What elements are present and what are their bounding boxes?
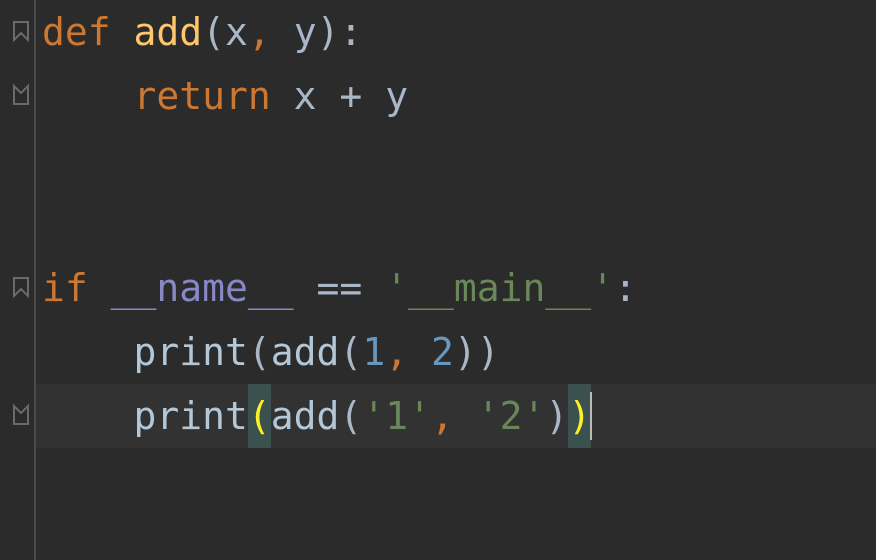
code-token: (x (202, 10, 248, 54)
code-token: )) (454, 330, 500, 374)
code-token: '__main__' (385, 266, 614, 310)
code-token: , (431, 394, 454, 438)
code-token: ) (568, 384, 591, 448)
gutter (0, 0, 36, 560)
code-token: add (134, 10, 203, 54)
code-token: 2 (431, 330, 454, 374)
code-line[interactable] (36, 128, 876, 192)
code-token: ( (248, 330, 271, 374)
code-token (408, 330, 431, 374)
code-line[interactable]: return x + y (36, 64, 876, 128)
code-token: y): (271, 10, 363, 54)
code-editor[interactable]: def add(x, y):return x + yif __name__ ==… (0, 0, 876, 560)
code-token: : (614, 266, 637, 310)
code-token: '2' (477, 394, 546, 438)
text-caret (590, 392, 592, 440)
fold-end-icon (10, 82, 32, 108)
code-token: ( (339, 330, 362, 374)
code-token: def (42, 10, 134, 54)
fold-end-icon (10, 402, 32, 428)
fold-collapse-icon[interactable] (10, 274, 32, 300)
code-token: x (294, 74, 340, 118)
code-line[interactable]: def add(x, y): (36, 0, 876, 64)
code-line[interactable] (36, 192, 876, 256)
code-token: return (134, 74, 294, 118)
code-token: add (271, 330, 340, 374)
code-token: print (134, 394, 248, 438)
code-line[interactable]: print(add('1', '2')) (36, 384, 876, 448)
code-token (454, 394, 477, 438)
code-token: '1' (362, 394, 431, 438)
code-token: , (248, 10, 271, 54)
code-line[interactable]: if __name__ == '__main__': (36, 256, 876, 320)
code-token: print (134, 330, 248, 374)
code-token: if (42, 266, 111, 310)
code-token: 1 (362, 330, 385, 374)
code-token: ( (248, 384, 271, 448)
code-token: y (362, 74, 408, 118)
code-token: ) (545, 394, 568, 438)
code-token: ( (339, 394, 362, 438)
fold-collapse-icon[interactable] (10, 18, 32, 44)
code-area[interactable]: def add(x, y):return x + yif __name__ ==… (36, 0, 876, 560)
code-line[interactable]: print(add(1, 2)) (36, 320, 876, 384)
code-token: + (339, 74, 362, 118)
code-token: == (317, 266, 386, 310)
code-token: __name__ (111, 266, 317, 310)
code-token: , (385, 330, 408, 374)
code-token: add (271, 394, 340, 438)
